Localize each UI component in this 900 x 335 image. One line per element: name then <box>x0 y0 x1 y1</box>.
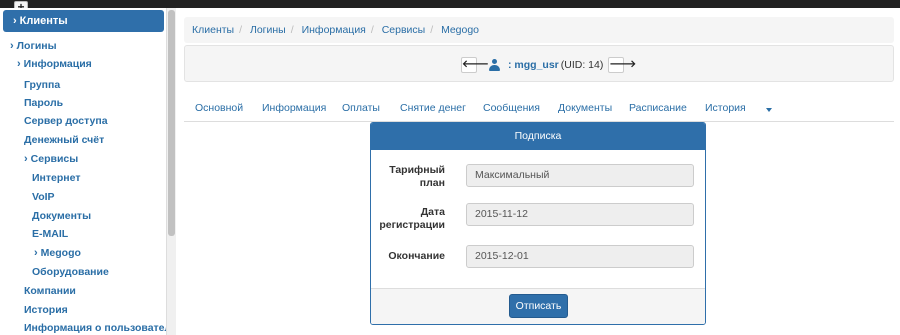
user-uid: (UID: 14) <box>560 58 604 71</box>
tab-main[interactable]: Основной <box>195 102 243 114</box>
registration-date-input[interactable]: 2015-11-12 <box>466 203 694 226</box>
tab-payments[interactable]: Оплаты <box>342 102 380 114</box>
subscription-panel: Подписка Тарифный план Максимальный Дата… <box>370 122 706 325</box>
chevron-right-icon: › <box>24 153 28 165</box>
sidebar-item-account[interactable]: Денежный счёт <box>24 134 104 146</box>
tab-history[interactable]: История <box>705 102 746 114</box>
sidebar-item-internet[interactable]: Интернет <box>32 172 80 184</box>
tab-messages[interactable]: Сообщения <box>483 102 540 114</box>
sidebar-item-equipment[interactable]: Оборудование <box>32 266 109 278</box>
breadcrumb-megogo[interactable]: Megogo <box>441 24 479 36</box>
caret-down-icon[interactable] <box>766 108 772 112</box>
sidebar-item-info[interactable]: › Информация <box>17 58 92 70</box>
next-user-button[interactable]: 🡒 <box>608 56 636 73</box>
chevron-right-icon: › <box>17 58 21 70</box>
sidebar-item-voip[interactable]: VoIP <box>32 191 55 203</box>
end-date-input[interactable]: 2015-12-01 <box>466 245 694 268</box>
sidebar-item-email[interactable]: E-MAIL <box>32 228 68 240</box>
sidebar-item-clients[interactable]: › Клиенты <box>3 10 164 32</box>
sidebar-item-documents[interactable]: Документы <box>32 210 91 222</box>
prev-user-button[interactable]: 🡐 <box>461 56 489 73</box>
breadcrumb-clients[interactable]: Клиенты <box>192 24 234 36</box>
sidebar-item-logins[interactable]: › Логины <box>10 40 57 52</box>
unsubscribe-button[interactable]: Отписать <box>509 294 568 318</box>
breadcrumb-services[interactable]: Сервисы <box>382 24 426 36</box>
breadcrumb: Клиенты / Логины / Информация / Сервисы / Me… <box>184 17 894 43</box>
user-icon <box>489 58 500 71</box>
scrollbar-thumb[interactable] <box>168 10 175 236</box>
top-bar: + <box>0 0 900 14</box>
sidebar-item-user-info[interactable]: Информация о пользователе <box>24 322 176 334</box>
breadcrumb-logins[interactable]: Логины <box>250 24 286 36</box>
sidebar-item-history[interactable]: История <box>24 304 68 316</box>
chevron-right-icon: › <box>10 40 14 52</box>
user-bar: 🡐 : mgg_usr (UID: 14) 🡒 <box>184 45 894 82</box>
sidebar-item-services[interactable]: › Сервисы <box>24 153 78 165</box>
user-login[interactable]: : mgg_usr <box>508 59 559 71</box>
tariff-plan-input[interactable]: Максимальный <box>466 164 694 187</box>
sidebar-item-label: Клиенты <box>19 15 68 27</box>
sidebar: › Клиенты › Логины › Информация Группа Паро… <box>0 8 176 335</box>
chevron-right-icon: › <box>13 15 17 27</box>
main-content: Клиенты / Логины / Информация / Сервисы / Me… <box>184 8 894 335</box>
field-label: Окончание <box>388 250 445 262</box>
sidebar-item-companies[interactable]: Компании <box>24 285 76 297</box>
panel-footer: Отписать <box>371 288 705 324</box>
tab-documents[interactable]: Документы <box>558 102 612 114</box>
tab-info[interactable]: Информация <box>262 102 326 114</box>
panel-title: Подписка <box>371 123 705 150</box>
field-label: Дата регистрации <box>379 206 445 231</box>
tab-schedule[interactable]: Расписание <box>629 102 687 114</box>
sidebar-item-access-server[interactable]: Сервер доступа <box>24 115 108 127</box>
sidebar-item-megogo[interactable]: › Megogo <box>34 247 81 259</box>
chevron-right-icon: › <box>34 247 38 259</box>
sidebar-item-password[interactable]: Пароль <box>24 97 63 109</box>
sidebar-item-group[interactable]: Группа <box>24 79 60 91</box>
tab-withdrawals[interactable]: Снятие денег <box>400 102 466 114</box>
sidebar-scrollbar[interactable] <box>166 8 176 335</box>
field-label: Тарифный план <box>389 164 445 189</box>
tab-bar: Основной Информация Оплаты Снятие денег … <box>184 100 894 122</box>
breadcrumb-info[interactable]: Информация <box>302 24 366 36</box>
